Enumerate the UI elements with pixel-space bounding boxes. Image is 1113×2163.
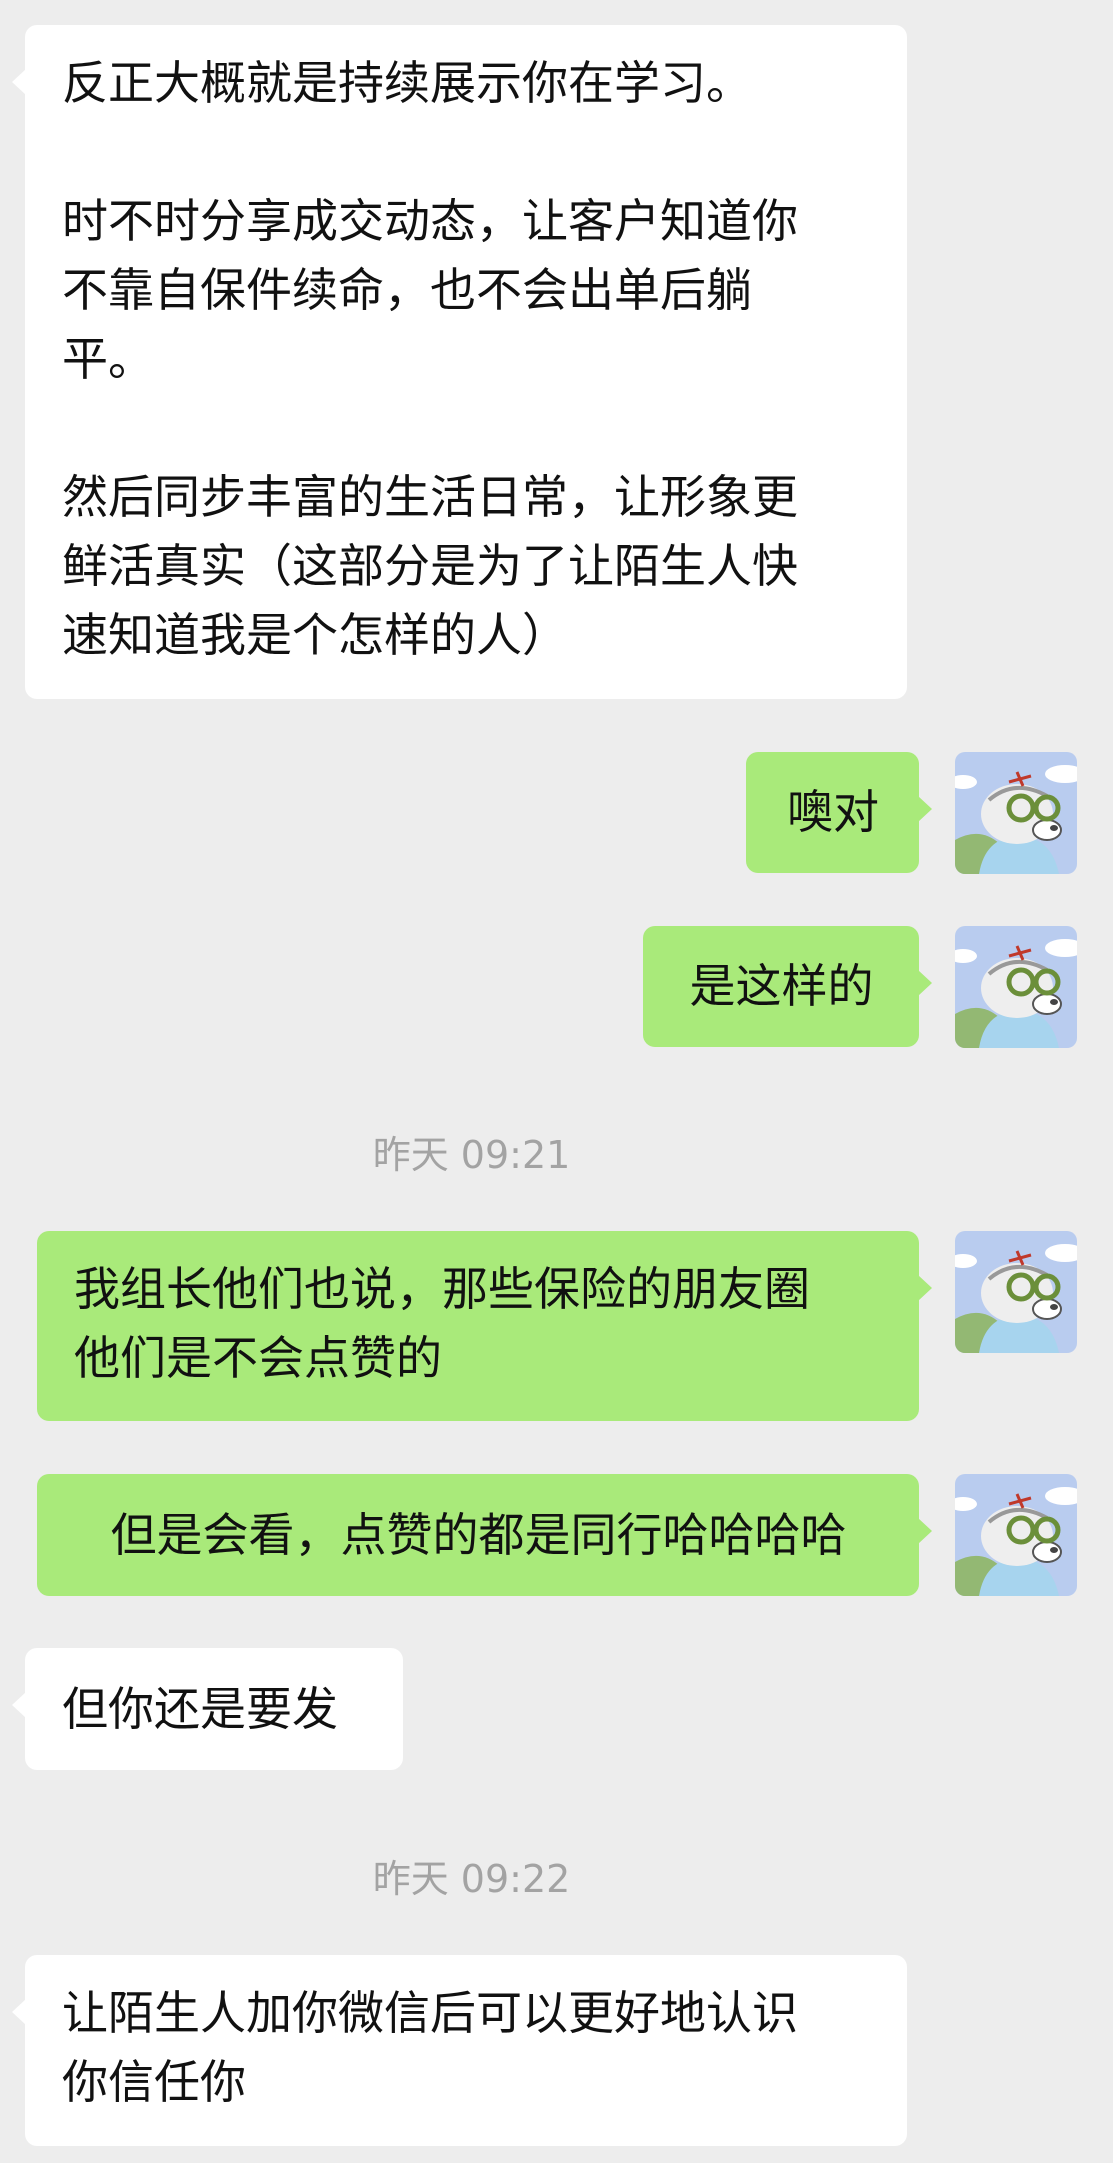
cartoon-avatar-icon xyxy=(955,1474,1077,1596)
message-bubble-incoming[interactable]: 反正大概就是持续展示你在学习。 时不时分享成交动态，让客户知道你 不靠自保件续命… xyxy=(12,25,907,699)
message-bubble-outgoing[interactable]: 我组长他们也说，那些保险的朋友圈 他们是不会点赞的 xyxy=(37,1231,932,1421)
cartoon-avatar-icon xyxy=(955,752,1077,874)
message-bubble-outgoing[interactable]: 但是会看，点赞的都是同行哈哈哈哈 xyxy=(37,1474,932,1596)
message-bubble-incoming[interactable]: 让陌生人加你微信后可以更好地认识 你信任你 xyxy=(12,1955,907,2146)
message-bubble-outgoing[interactable]: 是这样的 xyxy=(643,926,932,1047)
user-avatar[interactable] xyxy=(955,752,1077,874)
message-bubble-incoming[interactable]: 但你还是要发 xyxy=(12,1648,403,1770)
user-avatar[interactable] xyxy=(955,926,1077,1048)
message-timestamp: 昨天 09:21 xyxy=(372,1133,571,1177)
cartoon-avatar-icon xyxy=(955,1231,1077,1353)
message-timestamp: 昨天 09:22 xyxy=(372,1857,571,1901)
user-avatar[interactable] xyxy=(955,1231,1077,1353)
user-avatar[interactable] xyxy=(955,1474,1077,1596)
cartoon-avatar-icon xyxy=(955,926,1077,1048)
message-bubble-outgoing[interactable]: 噢对 xyxy=(746,752,932,873)
